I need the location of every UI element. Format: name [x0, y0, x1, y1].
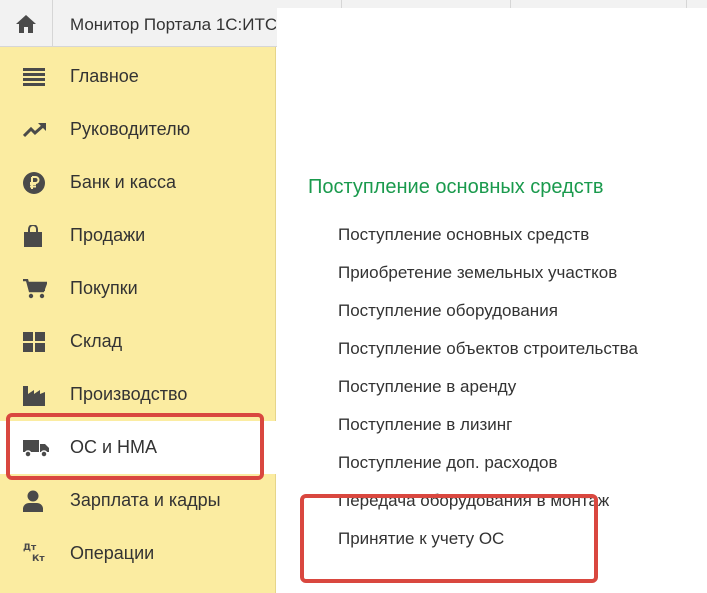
sidebar-item-sales[interactable]: Продажи [0, 209, 276, 262]
sidebar-item-warehouse[interactable]: Склад [0, 315, 276, 368]
tab-title-label: Монитор Портала 1С:ИТС [70, 15, 276, 34]
sidebar-item-label: ОС и НМА [70, 437, 158, 457]
warehouse-grid-icon [23, 331, 45, 352]
sidebar-item-label: Продажи [70, 225, 146, 245]
sidebar-item-fixed-assets[interactable]: ОС и НМА [0, 421, 276, 474]
sidebar-item-label: Зарплата и кадры [70, 490, 221, 510]
sidebar-item-label: Операции [70, 543, 155, 563]
sidebar: Главное Руководителю Банк и касса Продаж… [0, 47, 276, 593]
link-equipment-installation[interactable]: Передача оборудования в монтаж [338, 491, 609, 511]
sidebar-item-label: Склад [70, 331, 123, 351]
sidebar-item-manager[interactable]: Руководителю [0, 103, 276, 156]
trend-up-icon [23, 122, 46, 137]
link-land-acquisition[interactable]: Приобретение земельных участков [338, 263, 617, 283]
shopping-cart-icon [23, 278, 47, 298]
home-button[interactable] [0, 0, 53, 47]
sidebar-item-label: Главное [70, 66, 139, 86]
sidebar-item-label: Производство [70, 384, 188, 404]
link-leasing-receipt[interactable]: Поступление в лизинг [338, 415, 512, 435]
link-lease-receipt[interactable]: Поступление в аренду [338, 377, 516, 397]
sidebar-item-operations[interactable]: Дт Кт Операции [0, 527, 276, 580]
shopping-bag-icon [24, 224, 42, 247]
sidebar-item-label: Руководителю [70, 119, 191, 139]
sidebar-item-production[interactable]: Производство [0, 368, 276, 421]
person-icon [23, 490, 43, 512]
factory-icon [23, 385, 45, 406]
link-additional-costs[interactable]: Поступление доп. расходов [338, 453, 558, 473]
sidebar-item-label: Банк и касса [70, 172, 176, 192]
home-icon [16, 14, 36, 33]
link-equipment-receipt[interactable]: Поступление оборудования [338, 301, 558, 321]
link-asset-acceptance[interactable]: Принятие к учету ОС [338, 529, 504, 549]
section-title: Поступление основных средств [308, 176, 604, 198]
open-tab[interactable]: Монитор Портала 1С:ИТС [54, 0, 276, 47]
sidebar-item-main[interactable]: Главное [0, 50, 276, 103]
ruble-coin-icon [23, 171, 45, 194]
sidebar-item-salary[interactable]: Зарплата и кадры [0, 474, 276, 527]
debit-credit-icon: Дт Кт [23, 542, 45, 564]
sidebar-item-bank[interactable]: Банк и касса [0, 156, 276, 209]
sidebar-item-purchases[interactable]: Покупки [0, 262, 276, 315]
hamburger-menu-icon [23, 67, 45, 86]
truck-icon [23, 439, 49, 458]
sidebar-item-label: Покупки [70, 278, 138, 298]
link-fixed-assets-receipt[interactable]: Поступление основных средств [338, 225, 589, 245]
link-construction-receipt[interactable]: Поступление объектов строительства [338, 339, 638, 359]
